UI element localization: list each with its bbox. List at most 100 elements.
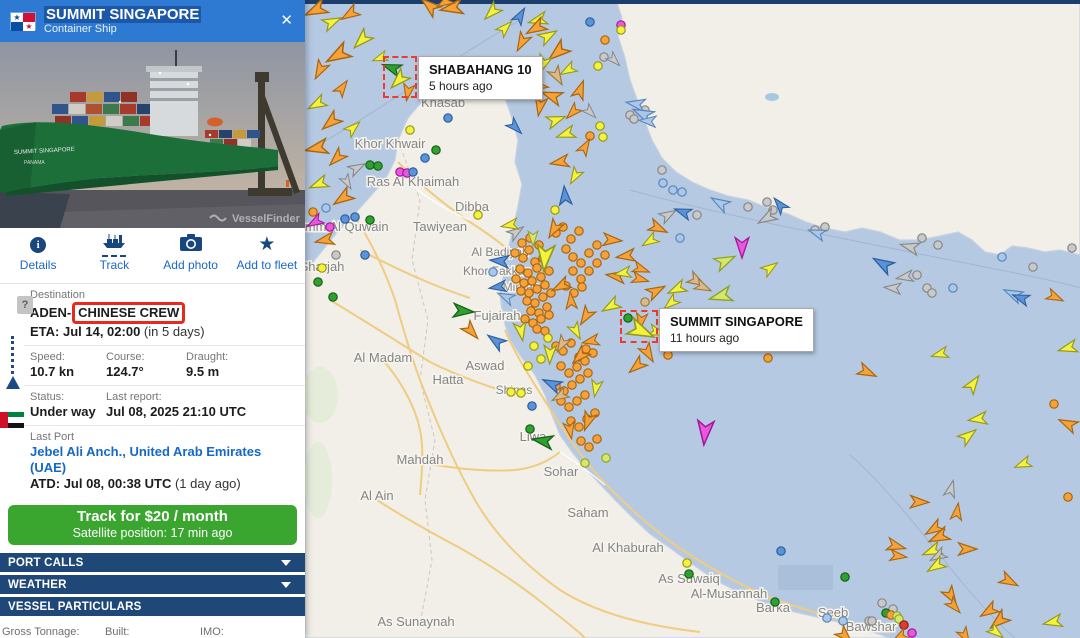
vessel-dot-marker[interactable]	[522, 296, 532, 306]
vessel-dot-marker[interactable]	[577, 282, 587, 292]
vessel-dot-marker[interactable]	[763, 353, 773, 363]
track-subscription-button[interactable]: Track for $20 / month Satellite position…	[8, 505, 297, 545]
vessel-dot-marker[interactable]	[663, 350, 673, 360]
vessel-dot-marker[interactable]	[682, 558, 692, 568]
vessel-dot-marker[interactable]	[668, 185, 678, 195]
vessel-dot-marker[interactable]	[515, 264, 525, 274]
vessel-dot-marker[interactable]	[536, 272, 546, 282]
add-photo-button[interactable]: Add photo	[153, 234, 229, 283]
track-button[interactable]: Track	[76, 234, 152, 283]
vessel-dot-marker[interactable]	[532, 263, 542, 273]
vessel-dot-marker[interactable]	[360, 250, 370, 260]
vessel-dot-marker[interactable]	[527, 276, 537, 286]
vessel-dot-marker[interactable]	[473, 210, 483, 220]
vessel-popup-summit[interactable]: SUMMIT SINGAPORE 11 hours ago	[659, 308, 814, 352]
vessel-dot-marker[interactable]	[538, 292, 548, 302]
vessel-dot-marker[interactable]	[584, 248, 594, 258]
details-button[interactable]: i Details	[0, 235, 76, 283]
vessel-dot-marker[interactable]	[877, 598, 887, 608]
vessel-dot-marker[interactable]	[588, 348, 598, 358]
vessel-dot-marker[interactable]	[568, 266, 578, 276]
vessel-dot-marker[interactable]	[675, 233, 685, 243]
vessel-dot-marker[interactable]	[516, 388, 526, 398]
vessel-dot-marker[interactable]	[544, 266, 554, 276]
vessel-dot-marker[interactable]	[658, 178, 668, 188]
vessel-dot-marker[interactable]	[580, 458, 590, 468]
vessel-dot-marker[interactable]	[564, 368, 574, 378]
vessel-dot-marker[interactable]	[595, 121, 605, 131]
vessel-dot-marker[interactable]	[420, 153, 430, 163]
vessel-dot-marker[interactable]	[600, 250, 610, 260]
vessel-dot-marker[interactable]	[657, 165, 667, 175]
vessel-dot-marker[interactable]	[523, 268, 533, 278]
vessel-dot-marker[interactable]	[365, 160, 375, 170]
vessel-dot-marker[interactable]	[518, 253, 528, 263]
vessel-dot-marker[interactable]	[600, 35, 610, 45]
add-to-fleet-button[interactable]: ★ Add to fleet	[229, 235, 305, 283]
vessel-dot-marker[interactable]	[516, 286, 526, 296]
vessel-dot-marker[interactable]	[408, 167, 418, 177]
vessel-dot-marker[interactable]	[526, 306, 536, 316]
vessel-dot-marker[interactable]	[997, 252, 1007, 262]
vessel-dot-marker[interactable]	[532, 324, 542, 334]
vessel-dot-marker[interactable]	[743, 202, 753, 212]
vessel-dot-marker[interactable]	[556, 361, 566, 371]
vessel-dot-marker[interactable]	[576, 436, 586, 446]
vessel-dot-marker[interactable]	[629, 114, 639, 124]
vessel-dot-marker[interactable]	[580, 390, 590, 400]
vessel-dot-marker[interactable]	[640, 297, 650, 307]
vessel-dot-marker[interactable]	[575, 374, 585, 384]
vessel-dot-marker[interactable]	[527, 401, 537, 411]
vessel-dot-marker[interactable]	[677, 187, 687, 197]
vessel-dot-marker[interactable]	[822, 613, 832, 623]
vessel-dot-marker[interactable]	[1028, 262, 1038, 272]
vessel-dot-marker[interactable]	[524, 288, 534, 298]
vessel-dot-marker[interactable]	[927, 288, 937, 298]
accordion-weather[interactable]: WEATHER	[0, 575, 305, 594]
vessel-dot-marker[interactable]	[524, 245, 534, 255]
vessel-dot-marker[interactable]	[331, 250, 341, 260]
vessel-dot-marker[interactable]	[1067, 243, 1077, 253]
accordion-vessel-particulars[interactable]: VESSEL PARTICULARS	[0, 597, 305, 616]
vessel-dot-marker[interactable]	[564, 402, 574, 412]
vessel-dot-marker[interactable]	[907, 628, 917, 638]
close-icon[interactable]: ✕	[280, 11, 293, 29]
vessel-dot-marker[interactable]	[566, 234, 576, 244]
vessel-dot-marker[interactable]	[506, 387, 516, 397]
vessel-dot-marker[interactable]	[308, 207, 318, 217]
vessel-dot-marker[interactable]	[523, 361, 533, 371]
accordion-port-calls[interactable]: PORT CALLS	[0, 553, 305, 572]
vessel-dot-marker[interactable]	[584, 266, 594, 276]
vessel-dot-marker[interactable]	[561, 244, 571, 254]
vessel-dot-marker[interactable]	[838, 616, 848, 626]
vessel-dot-marker[interactable]	[525, 424, 535, 434]
vessel-dot-marker[interactable]	[584, 442, 594, 452]
vessel-dot-marker[interactable]	[488, 267, 498, 277]
vessel-dot-marker[interactable]	[574, 422, 584, 432]
vessel-dot-marker[interactable]	[350, 212, 360, 222]
vessel-dot-marker[interactable]	[540, 280, 550, 290]
vessel-dot-marker[interactable]	[933, 240, 943, 250]
vessel-dot-marker[interactable]	[572, 396, 582, 406]
vessel-dot-marker[interactable]	[536, 314, 546, 324]
vessel-dot-marker[interactable]	[340, 214, 350, 224]
vessel-dot-marker[interactable]	[328, 292, 338, 302]
vessel-dot-marker[interactable]	[532, 284, 542, 294]
vessel-dot-marker[interactable]	[592, 434, 602, 444]
vessel-dot-marker[interactable]	[585, 17, 595, 27]
vessel-dot-marker[interactable]	[544, 310, 554, 320]
vessel-dot-marker[interactable]	[543, 333, 553, 343]
vessel-dot-marker[interactable]	[770, 597, 780, 607]
vessel-dot-marker[interactable]	[601, 453, 611, 463]
vessel-dot-marker[interactable]	[536, 354, 546, 364]
vessel-dot-marker[interactable]	[325, 222, 335, 232]
vessel-dot-marker[interactable]	[692, 210, 702, 220]
vessel-dot-marker[interactable]	[568, 252, 578, 262]
vessel-dot-marker[interactable]	[567, 380, 577, 390]
vessel-dot-marker[interactable]	[576, 274, 586, 284]
vessel-dot-marker[interactable]	[576, 258, 586, 268]
last-port-link[interactable]: Jebel Ali Anch., United Arab Emirates (U…	[30, 444, 297, 476]
vessel-dot-marker[interactable]	[519, 278, 529, 288]
vessel-dot-marker[interactable]	[574, 226, 584, 236]
vessel-dot-marker[interactable]	[313, 277, 323, 287]
